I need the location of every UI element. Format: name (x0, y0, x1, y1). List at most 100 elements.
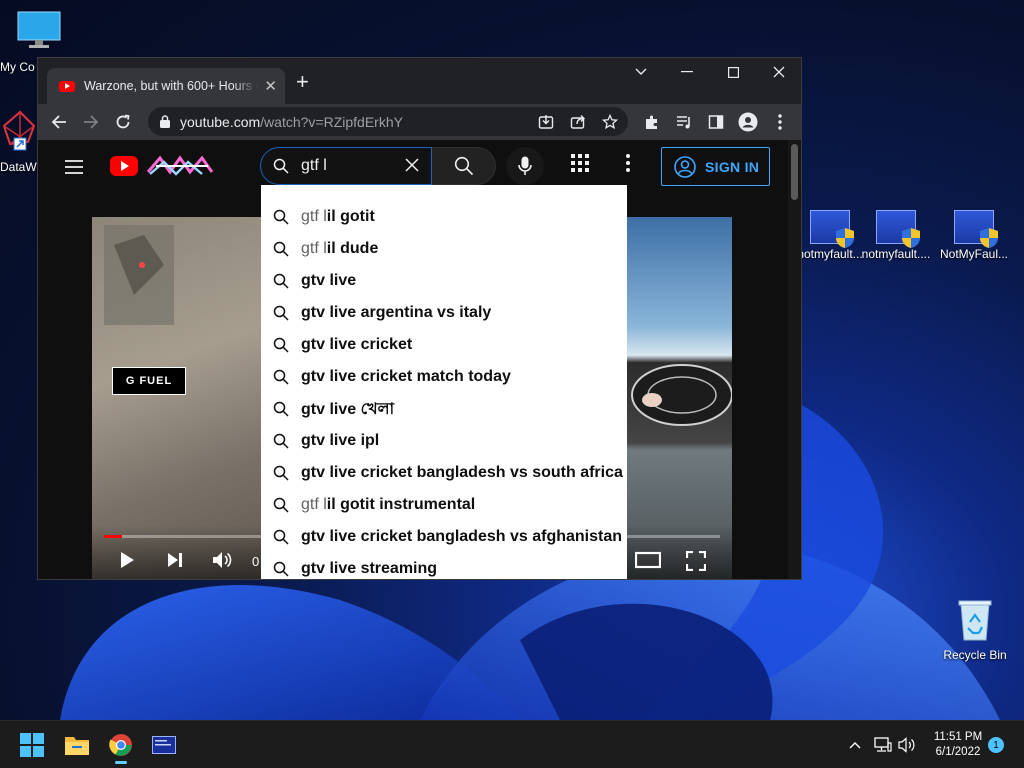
reload-button[interactable] (108, 107, 138, 137)
forward-button[interactable] (76, 107, 106, 137)
chrome-taskbar-button[interactable] (102, 727, 140, 764)
youtube-logo-icon[interactable] (110, 156, 138, 176)
datawrangler-icon (2, 110, 36, 151)
search-suggestion[interactable]: gtv live streaming (261, 553, 627, 579)
uac-shield-icon (836, 228, 854, 248)
desktop-icon-recycle-bin[interactable]: Recycle Bin (937, 596, 1013, 662)
settings-kebab-icon[interactable] (626, 154, 630, 172)
suggestion-completion: gtv live ipl (301, 432, 380, 449)
search-suggestion[interactable]: gtv live cricket bangladesh vs south afr… (261, 457, 627, 489)
install-app-icon[interactable] (538, 114, 554, 130)
search-icon (273, 337, 289, 353)
search-input[interactable] (301, 157, 401, 175)
search-icon (273, 433, 289, 449)
search-suggestion[interactable]: gtv live ipl (261, 425, 627, 457)
sign-in-button[interactable]: SIGN IN (661, 147, 770, 186)
chrome-window: Warzone, but with 600+ Hours o ✕ + youtu… (37, 57, 802, 580)
browser-tab[interactable]: Warzone, but with 600+ Hours o ✕ (47, 68, 285, 104)
desktop-icon-notmyfault-3[interactable]: NotMyFaul... (936, 210, 1012, 261)
suggestion-typed-part: gtf l (301, 496, 327, 513)
address-bar[interactable]: youtube.com/watch?v=RZipfdErkhY (148, 107, 628, 136)
minimap-icon (104, 225, 174, 325)
screenshot-thumbnail-icon (954, 210, 998, 248)
search-suggestion[interactable]: gtv live cricket match today (261, 361, 627, 393)
apps-grid-icon[interactable] (571, 154, 589, 172)
play-icon[interactable] (118, 551, 136, 569)
gfuel-logo: G FUEL (112, 367, 186, 395)
uac-shield-icon (980, 228, 998, 248)
search-icon (273, 369, 289, 385)
search-suggestion[interactable]: gtv live cricket (261, 329, 627, 361)
next-icon[interactable] (166, 551, 184, 569)
arrow-right-icon (84, 115, 99, 129)
search-suggestion[interactable]: gtv live খেলা (261, 393, 627, 425)
close-window-button[interactable] (756, 58, 801, 86)
side-panel-icon[interactable] (708, 114, 724, 130)
kebab-menu-icon[interactable] (778, 114, 782, 130)
back-button[interactable] (44, 107, 74, 137)
minimize-icon (681, 71, 693, 73)
search-button[interactable] (432, 147, 496, 185)
hamburger-menu-icon[interactable] (64, 159, 84, 175)
desktop-icon-datawrangler[interactable]: DataW (0, 108, 40, 174)
url-host: youtube.com (180, 113, 261, 130)
search-icon (273, 209, 289, 225)
fullscreen-icon[interactable] (686, 551, 706, 571)
start-button[interactable] (13, 727, 51, 763)
clock-date: 6/1/2022 (935, 746, 981, 758)
youtube-doodle-icon[interactable] (146, 154, 214, 176)
tab-search-button[interactable] (618, 58, 664, 86)
suggestion-completion: gtv live cricket bangladesh vs south afr… (301, 464, 623, 481)
volume-icon[interactable] (212, 551, 232, 569)
system-clock[interactable]: 11:51 PM 6/1/2022 (924, 730, 992, 760)
bookmark-star-icon[interactable] (602, 113, 618, 130)
folder-icon (65, 737, 89, 755)
scrollbar-thumb[interactable] (791, 144, 798, 200)
tab-close-icon[interactable]: ✕ (264, 77, 277, 95)
search-suggestion[interactable]: gtv live cricket bangladesh vs afghanist… (261, 521, 627, 553)
minimize-button[interactable] (664, 58, 710, 86)
search-icon (273, 158, 289, 174)
suggestion-completion: gtv live cricket bangladesh vs afghanist… (301, 528, 622, 545)
profile-avatar-icon[interactable] (738, 112, 758, 132)
progress-fill (104, 535, 123, 538)
monitor-icon (17, 11, 61, 48)
suggestion-completion: il gotit (326, 208, 375, 225)
search-suggestion[interactable]: gtf l il gotit (261, 201, 627, 233)
screenshot-thumbnail-icon (876, 210, 920, 248)
file-explorer-button[interactable] (58, 727, 96, 763)
uac-shield-icon (902, 228, 920, 248)
browser-toolbar: youtube.com/watch?v=RZipfdErkhY (38, 104, 801, 140)
recycle-bin-icon (958, 600, 992, 641)
extensions-puzzle-icon[interactable] (644, 114, 660, 130)
suggestion-completion: gtv live streaming (301, 560, 438, 577)
search-suggestion[interactable]: gtv live (261, 265, 627, 297)
maximize-icon (727, 66, 739, 78)
voice-search-button[interactable] (506, 147, 544, 185)
suggestion-completion: il gotit instrumental (326, 496, 476, 513)
search-box[interactable] (260, 147, 432, 185)
screenshot-app-taskbar-button[interactable] (145, 727, 183, 763)
desktop-icon-notmyfault-1[interactable]: notmyfault... (792, 210, 868, 261)
maximize-button[interactable] (710, 58, 756, 86)
clear-search-icon[interactable] (405, 158, 419, 172)
theater-mode-icon[interactable] (635, 551, 661, 569)
new-tab-button[interactable]: + (296, 71, 309, 93)
share-icon[interactable] (570, 114, 586, 130)
notification-badge[interactable]: 1 (988, 737, 1004, 753)
suggestion-typed-part: gtf l (301, 208, 327, 225)
search-suggestion[interactable]: gtf l il gotit instrumental (261, 489, 627, 521)
desktop-icon-notmyfault-2[interactable]: notmyfault.... (858, 210, 934, 261)
media-queue-icon[interactable] (676, 114, 692, 130)
search-suggestion[interactable]: gtf l il dude (261, 233, 627, 265)
sign-in-label: SIGN IN (705, 158, 760, 175)
network-icon[interactable] (874, 737, 892, 753)
search-icon (273, 401, 289, 417)
page-scrollbar[interactable] (788, 140, 801, 579)
search-icon (273, 241, 289, 257)
search-suggestion[interactable]: gtv live argentina vs italy (261, 297, 627, 329)
title-bar: Warzone, but with 600+ Hours o ✕ + (38, 58, 801, 104)
volume-icon[interactable] (898, 737, 916, 753)
screenshot-thumbnail-icon (810, 210, 854, 248)
chevron-up-icon[interactable] (849, 741, 861, 749)
